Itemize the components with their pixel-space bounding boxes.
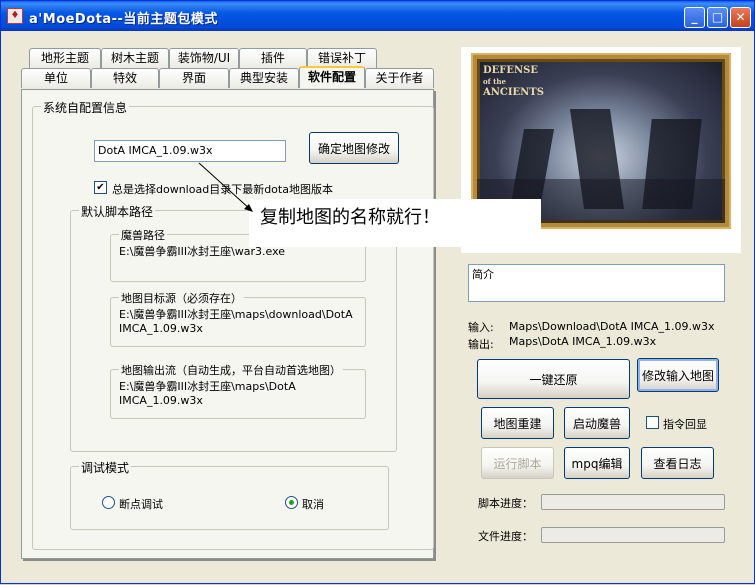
breakpoint-debug-radio[interactable]	[102, 496, 115, 509]
war3-path-value: E:\魔兽争霸III冰封王座\war3.exe	[119, 245, 286, 258]
command-echo-label: 指令回显	[663, 418, 707, 431]
tab-about-author[interactable]: 关于作者	[365, 68, 434, 88]
command-echo-checkbox[interactable]	[646, 416, 659, 429]
map-source-value-line1: E:\魔兽争霸III冰封王座\maps\download\DotA	[119, 308, 353, 321]
war3-path-title: 魔兽路径	[119, 227, 167, 243]
maximize-button[interactable]: □	[707, 7, 728, 28]
input-label: 输入:	[468, 321, 494, 334]
latest-map-checkbox[interactable]: ✔	[94, 181, 107, 194]
script-progress-label: 脚本进度：	[478, 497, 533, 510]
run-script-button[interactable]: 运行脚本	[481, 447, 554, 479]
file-progress-bar	[541, 527, 725, 543]
map-source-box: 地图目标源（必须存在） E:\魔兽争霸III冰封王座\maps\download…	[110, 290, 366, 347]
modify-input-map-button[interactable]: 修改输入地图	[637, 358, 719, 392]
title-bar[interactable]: ♦ a'MoeDota--当前主题包模式 _ □ ✕	[1, 1, 754, 31]
tab-decoration-ui[interactable]: 装饰物/UI	[169, 48, 239, 68]
confirm-map-button[interactable]: 确定地图修改	[309, 132, 399, 164]
view-log-button[interactable]: 查看日志	[641, 447, 714, 479]
tab-tree-theme[interactable]: 树木主题	[101, 48, 169, 68]
intro-textarea[interactable]: 简介	[468, 264, 725, 302]
tab-interface[interactable]: 界面	[159, 68, 229, 88]
dota-logo: DEFENSE of the ANCIENTS	[483, 65, 544, 98]
app-icon[interactable]: ♦	[7, 8, 23, 24]
tab-effects[interactable]: 特效	[91, 68, 159, 88]
map-name-input[interactable]: DotA IMCA_1.09.w3x	[94, 140, 286, 162]
window-title: a'MoeDota--当前主题包模式	[29, 12, 218, 27]
debug-mode-title: 调试模式	[79, 459, 132, 476]
hint-tooltip: 复制地图的名称就行！	[249, 199, 541, 247]
system-config-title: 系统自配置信息	[41, 99, 130, 116]
map-source-title: 地图目标源（必须存在）	[119, 290, 244, 306]
mpq-edit-button[interactable]: mpq编辑	[564, 447, 630, 479]
tab-plugins[interactable]: 插件	[239, 48, 307, 68]
input-map-value: Maps\Download\DotA IMCA_1.09.w3x	[509, 320, 715, 333]
cancel-debug-label: 取消	[302, 498, 324, 511]
minimize-button[interactable]: _	[684, 7, 705, 28]
default-script-path-title: 默认脚本路径	[79, 203, 156, 220]
tab-panel-software-config: 系统自配置信息 DotA IMCA_1.09.w3x 确定地图修改 ✔ 总是选择…	[21, 89, 434, 559]
close-button[interactable]: ✕	[730, 7, 751, 28]
map-output-value-line2: IMCA_1.09.w3x	[119, 394, 203, 407]
latest-map-checkbox-label: 总是选择download目录下最新dota地图版本	[112, 183, 333, 196]
tab-bug-patches[interactable]: 错误补丁	[307, 48, 377, 68]
one-click-restore-button[interactable]: 一键还原	[477, 359, 630, 399]
cancel-debug-radio[interactable]	[285, 496, 298, 509]
tab-units[interactable]: 单位	[21, 68, 91, 88]
map-output-title: 地图输出流（自动生成，平台自动首选地图）	[119, 362, 343, 378]
tab-typical-install[interactable]: 典型安装	[229, 68, 299, 88]
file-progress-label: 文件进度：	[478, 530, 533, 543]
debug-mode-group: 调试模式	[70, 459, 389, 530]
main-window: ♦ a'MoeDota--当前主题包模式 _ □ ✕ 地形主题 树木主题 装饰物…	[0, 0, 755, 584]
map-output-box: 地图输出流（自动生成，平台自动首选地图） E:\魔兽争霸III冰封王座\maps…	[110, 362, 366, 419]
output-label: 输出:	[468, 338, 494, 351]
launch-warcraft-button[interactable]: 启动魔兽	[564, 407, 630, 439]
map-rebuild-button[interactable]: 地图重建	[481, 407, 554, 439]
tab-software-config[interactable]: 软件配置	[299, 66, 365, 88]
tab-terrain-theme[interactable]: 地形主题	[29, 48, 101, 68]
map-source-value-line2: IMCA_1.09.w3x	[119, 322, 203, 335]
breakpoint-debug-label: 断点调试	[119, 498, 163, 511]
script-progress-bar	[541, 494, 725, 510]
output-map-value: Maps\DotA IMCA_1.09.w3x	[509, 335, 657, 348]
map-output-value-line1: E:\魔兽争霸III冰封王座\maps\DotA	[119, 380, 296, 393]
